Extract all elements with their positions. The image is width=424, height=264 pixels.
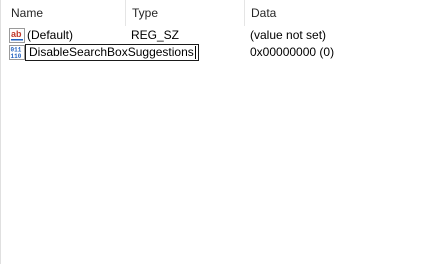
column-header-type[interactable]: Type (132, 0, 158, 26)
column-header: Name Type Data (1, 0, 424, 26)
svg-text:110: 110 (11, 53, 22, 60)
column-header-name[interactable]: Name (11, 0, 43, 26)
column-divider[interactable] (244, 0, 245, 26)
string-value-icon: ab (9, 28, 25, 43)
rename-input-text: DisableSearchBoxSuggestions (29, 45, 194, 59)
value-row-dword[interactable]: 011 110 DisableSearchBoxSuggestions 0x00… (1, 43, 424, 62)
svg-text:ab: ab (11, 29, 22, 39)
column-divider[interactable] (125, 0, 126, 26)
rename-input[interactable]: DisableSearchBoxSuggestions (25, 44, 199, 61)
registry-values-pane: Name Type Data ab (Default) REG_SZ (valu… (0, 0, 424, 264)
dword-value-icon: 011 110 (9, 45, 25, 60)
column-header-data[interactable]: Data (251, 0, 276, 26)
text-caret (194, 46, 196, 60)
value-data: 0x00000000 (0) (250, 45, 335, 59)
